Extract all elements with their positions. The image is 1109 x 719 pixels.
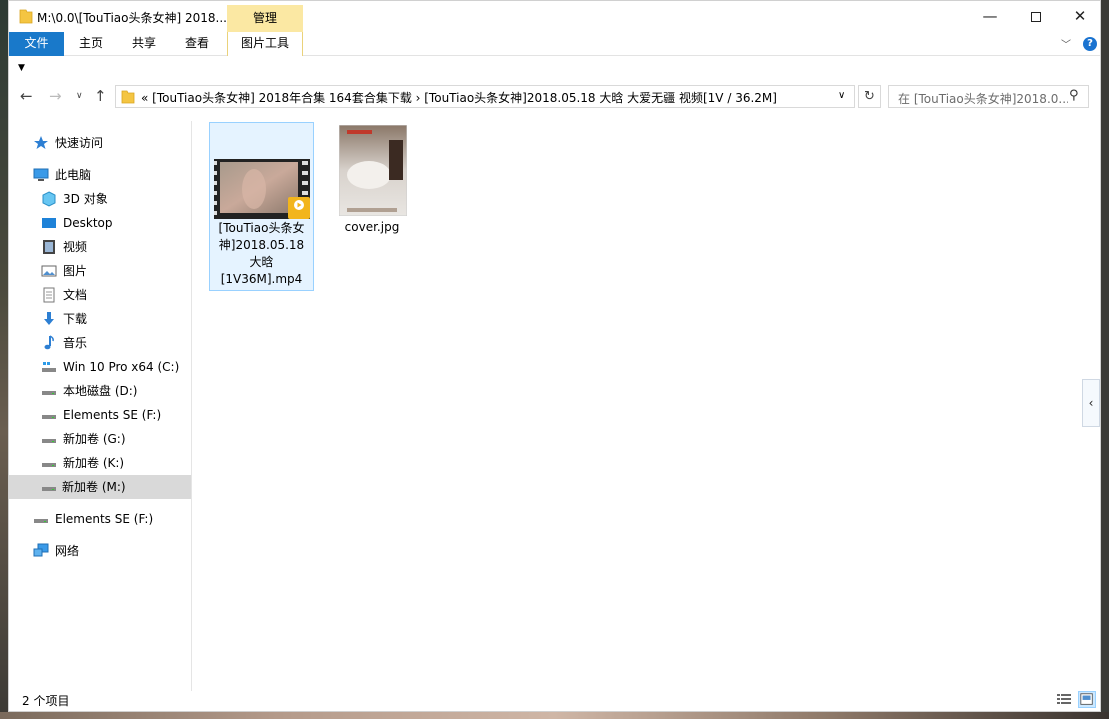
- nav-this-pc[interactable]: 此电脑: [33, 163, 183, 187]
- star-icon: [34, 136, 48, 149]
- file-name-line: 神]2018.05.18: [218, 238, 305, 252]
- file-explorer-window: M:\0.0\[TouTiao头条女神] 2018... 管理 — ✕ 文件 主…: [8, 0, 1101, 712]
- network-icon: [33, 543, 49, 557]
- nav-network[interactable]: 网络: [33, 539, 183, 563]
- back-arrow-icon[interactable]: ←: [20, 87, 33, 105]
- file-name-line: [1V36M].mp4: [220, 272, 303, 286]
- up-arrow-icon[interactable]: ↑: [94, 87, 107, 105]
- address-bar[interactable]: « [TouTiao头条女神] 2018年合集 164套合集下载 › [TouT…: [115, 85, 855, 108]
- status-bar: 2 个项目: [9, 689, 1100, 711]
- cube-icon: [42, 191, 56, 207]
- download-arrow-icon: [44, 312, 54, 325]
- window-title: M:\0.0\[TouTiao头条女神] 2018...: [37, 11, 227, 25]
- file-name-line: 大晗: [249, 255, 274, 269]
- nav-desktop[interactable]: Desktop: [41, 211, 186, 235]
- document-icon: [43, 287, 55, 303]
- file-item-video[interactable]: [TouTiao头条女 神]2018.05.18 大晗 [1V36M].mp4: [209, 122, 314, 291]
- video-thumbnail: [214, 159, 310, 219]
- windows-drive-icon: [42, 362, 56, 372]
- file-name: cover.jpg: [344, 220, 400, 234]
- nav-drive-g[interactable]: 新加卷 (G:): [41, 427, 186, 451]
- desktop-background: [0, 712, 1109, 719]
- nav-documents[interactable]: 文档: [41, 283, 186, 307]
- nav-drive-d[interactable]: 本地磁盘 (D:): [41, 379, 186, 403]
- image-thumbnail: [339, 125, 407, 216]
- minimize-button[interactable]: —: [967, 1, 1013, 32]
- nav-pictures[interactable]: 图片: [41, 259, 186, 283]
- desktop-icon: [42, 218, 56, 228]
- drive-icon: [42, 391, 56, 395]
- nav-3d-objects[interactable]: 3D 对象: [41, 187, 186, 211]
- drive-icon: [42, 439, 56, 443]
- navigation-bar: ← → ∨ ↑ « [TouTiao头条女神] 2018年合集 164套合集下载…: [9, 81, 1100, 113]
- folder-icon: [19, 9, 33, 24]
- drive-icon: [42, 487, 56, 491]
- refresh-button[interactable]: ↻: [858, 85, 881, 108]
- file-list-area: [TouTiao头条女 神]2018.05.18 大晗 [1V36M].mp4 …: [193, 113, 1081, 691]
- maximize-button[interactable]: [1013, 1, 1059, 32]
- expand-ribbon-chevron-icon[interactable]: ﹀: [1061, 36, 1071, 51]
- customize-toolbar-arrow-icon[interactable]: ▼: [18, 63, 25, 73]
- search-icon: ⚲: [1069, 88, 1079, 103]
- computer-icon: [33, 168, 49, 181]
- details-view-icon[interactable]: [1055, 691, 1073, 708]
- nav-drive-c[interactable]: Win 10 Pro x64 (C:): [41, 355, 186, 379]
- tab-home[interactable]: 主页: [66, 32, 116, 56]
- address-path[interactable]: « [TouTiao头条女神] 2018年合集 164套合集下载 › [TouT…: [141, 89, 777, 106]
- folder-icon: [121, 90, 135, 104]
- search-input[interactable]: 在 [TouTiao头条女神]2018.0...: [898, 90, 1068, 107]
- nav-drive-k[interactable]: 新加卷 (K:): [41, 451, 186, 475]
- navigation-pane: 快速访问 此电脑 3D 对象 Desktop 视频 图片 文档 下载 音乐 Wi…: [9, 121, 192, 691]
- drive-icon: [34, 519, 48, 523]
- large-icons-view-icon[interactable]: [1078, 691, 1096, 708]
- search-box[interactable]: 在 [TouTiao头条女神]2018.0... ⚲: [888, 85, 1089, 108]
- tab-view[interactable]: 查看: [172, 32, 222, 56]
- nav-videos[interactable]: 视频: [41, 235, 186, 259]
- tab-file[interactable]: 文件: [9, 32, 64, 56]
- quick-access-toolbar: ▼: [9, 57, 1100, 81]
- preview-pane-toggle[interactable]: ‹: [1082, 379, 1100, 427]
- music-note-icon: [44, 335, 54, 350]
- item-count: 2 个项目: [22, 694, 70, 708]
- forward-arrow-icon[interactable]: →: [49, 87, 62, 105]
- nav-drive-m[interactable]: 新加卷 (M:): [9, 475, 191, 499]
- picture-icon: [41, 265, 57, 277]
- recent-locations-chevron-icon[interactable]: ∨: [76, 91, 83, 101]
- nav-quick-access[interactable]: 快速访问: [33, 131, 183, 155]
- video-icon: [43, 240, 55, 254]
- file-name-line: [TouTiao头条女: [218, 221, 305, 235]
- close-button[interactable]: ✕: [1057, 1, 1103, 32]
- nav-downloads[interactable]: 下载: [41, 307, 186, 331]
- nav-elements-root[interactable]: Elements SE (F:): [33, 507, 183, 531]
- tab-picture-tools[interactable]: 图片工具: [227, 32, 303, 56]
- nav-drive-f[interactable]: Elements SE (F:): [41, 403, 186, 427]
- ribbon-tabs: 文件 主页 共享 查看 图片工具 ﹀ ?: [9, 32, 1100, 56]
- tab-share[interactable]: 共享: [119, 32, 169, 56]
- nav-music[interactable]: 音乐: [41, 331, 186, 355]
- desktop-background: [0, 0, 8, 719]
- help-icon[interactable]: ?: [1083, 37, 1097, 51]
- maximize-icon: [1031, 11, 1041, 22]
- drive-icon: [42, 415, 56, 419]
- file-item-image[interactable]: cover.jpg: [333, 122, 411, 242]
- drive-icon: [42, 463, 56, 467]
- address-dropdown-chevron-icon[interactable]: ∨: [838, 90, 845, 101]
- title-bar: M:\0.0\[TouTiao头条女神] 2018... 管理 — ✕: [9, 1, 1100, 32]
- manage-contextual-tab[interactable]: 管理: [227, 5, 303, 32]
